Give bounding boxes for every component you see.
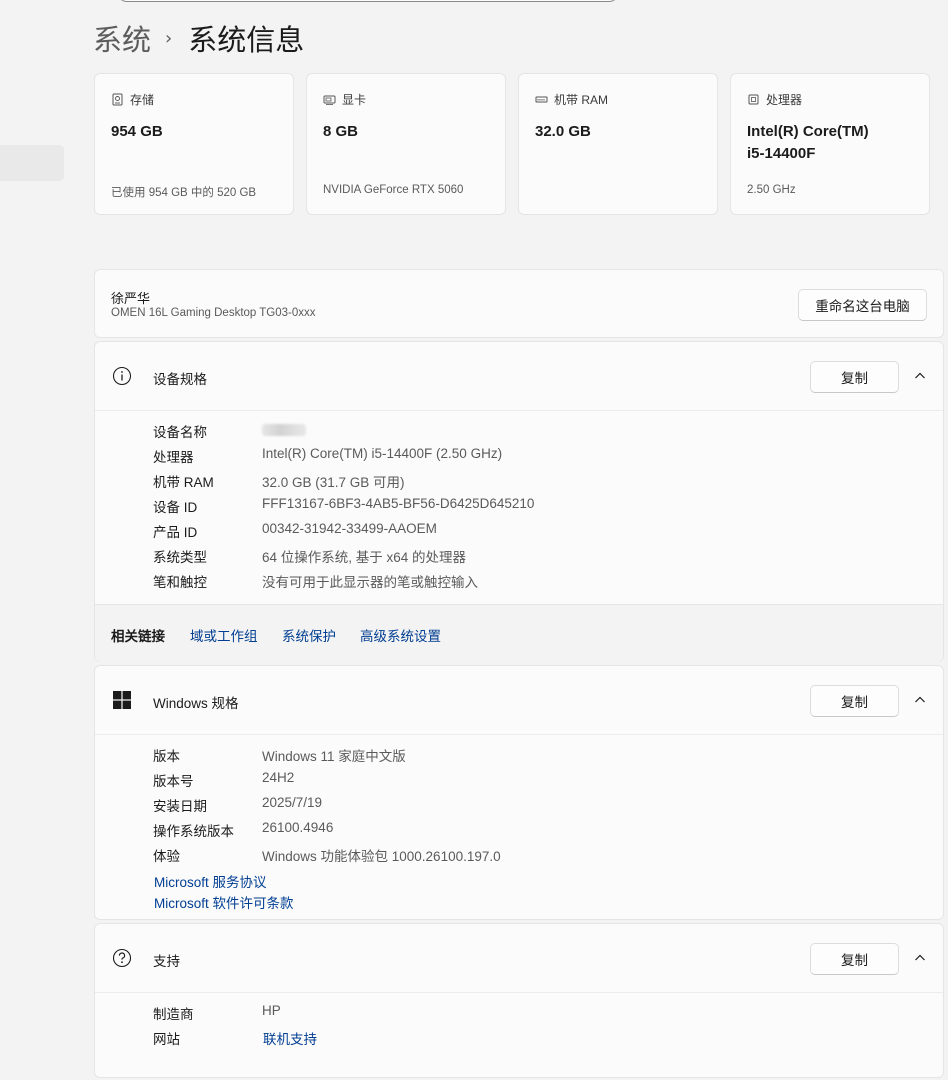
card-value: Intel(R) Core(TM) i5-14400F bbox=[747, 123, 869, 162]
breadcrumb-separator: › bbox=[165, 27, 173, 49]
spec-value: Windows 功能体验包 1000.26100.197.0 bbox=[262, 849, 501, 864]
section-title: 设备规格 bbox=[153, 372, 207, 387]
copy-windows-specs-button[interactable]: 复制 bbox=[810, 685, 899, 717]
spec-value: 没有可用于此显示器的笔或触控输入 bbox=[262, 575, 478, 590]
spec-label: 版本 bbox=[153, 749, 180, 764]
windows-specs-panel: Windows 规格 复制 版本 Windows 11 家庭中文版 版本号 24… bbox=[94, 665, 944, 920]
storage-icon bbox=[112, 93, 123, 105]
device-specs-panel: 设备规格 复制 设备名称 处理器 Intel(R) Core(TM) i5-14… bbox=[94, 341, 944, 662]
spec-label: 系统类型 bbox=[153, 550, 207, 565]
graphics-card-icon bbox=[323, 95, 336, 105]
chevron-up-icon[interactable] bbox=[913, 951, 927, 965]
windows-logo-icon bbox=[113, 691, 131, 709]
card-title: 显卡 bbox=[342, 92, 367, 107]
spec-value: FFF13167-6BF3-4AB5-BF56-D6425D645210 bbox=[262, 496, 535, 511]
spec-value: 24H2 bbox=[262, 770, 295, 785]
rename-pc-button[interactable]: 重命名这台电脑 bbox=[798, 289, 927, 321]
search-box-edge[interactable] bbox=[117, 0, 619, 2]
link-online-support[interactable]: 联机支持 bbox=[263, 1028, 317, 1048]
spec-label: 安装日期 bbox=[153, 799, 207, 814]
spec-value: 00342-31942-33499-AAOEM bbox=[262, 521, 437, 536]
ram-card[interactable]: 机带 RAM 32.0 GB bbox=[518, 73, 718, 215]
link-advanced-system-settings[interactable]: 高级系统设置 bbox=[360, 625, 441, 645]
pc-owner-name: 徐严华 bbox=[111, 291, 151, 306]
copy-support-button[interactable]: 复制 bbox=[810, 943, 899, 975]
link-domain-workgroup[interactable]: 域或工作组 bbox=[190, 625, 258, 645]
breadcrumb: 系统 › 系统信息 bbox=[93, 16, 304, 60]
chevron-up-icon[interactable] bbox=[913, 369, 927, 383]
pc-name-panel: 徐严华 OMEN 16L Gaming Desktop TG03-0xxx 重命… bbox=[94, 269, 944, 338]
link-system-protection[interactable]: 系统保护 bbox=[282, 625, 336, 645]
support-panel: 支持 复制 制造商 HP 网站 联机支持 bbox=[94, 923, 944, 1078]
processor-card[interactable]: 处理器 Intel(R) Core(TM) i5-14400F 2.50 GHz bbox=[730, 73, 930, 215]
link-microsoft-services-agreement[interactable]: Microsoft 服务协议 bbox=[154, 871, 267, 891]
spec-label: 版本号 bbox=[153, 774, 194, 789]
card-subtitle: 2.50 GHz bbox=[747, 184, 796, 196]
breadcrumb-parent[interactable]: 系统 bbox=[93, 17, 151, 59]
spec-label: 处理器 bbox=[153, 450, 194, 465]
card-value: 8 GB bbox=[323, 123, 359, 140]
section-title: 支持 bbox=[153, 954, 180, 969]
spec-label: 设备名称 bbox=[153, 425, 207, 440]
spec-label: 产品 ID bbox=[153, 525, 198, 540]
spec-label: 操作系统版本 bbox=[153, 824, 234, 839]
help-icon bbox=[112, 948, 132, 968]
copy-device-specs-button[interactable]: 复制 bbox=[810, 361, 899, 393]
page-title: 系统信息 bbox=[188, 23, 305, 57]
graphics-card[interactable]: 显卡 8 GB NVIDIA GeForce RTX 5060 bbox=[306, 73, 506, 215]
info-icon bbox=[112, 366, 132, 386]
card-title: 机带 RAM bbox=[554, 92, 609, 107]
spec-value: Intel(R) Core(TM) i5-14400F (2.50 GHz) bbox=[262, 446, 503, 461]
device-name-redacted bbox=[262, 424, 306, 436]
card-subtitle: NVIDIA GeForce RTX 5060 bbox=[323, 184, 464, 196]
spec-value: HP bbox=[262, 1003, 281, 1018]
spec-value: 26100.4946 bbox=[262, 820, 334, 835]
card-title: 处理器 bbox=[766, 92, 803, 107]
spec-value: Windows 11 家庭中文版 bbox=[262, 749, 406, 764]
spec-value: 2025/7/19 bbox=[262, 795, 323, 810]
ram-icon bbox=[535, 96, 548, 102]
spec-label: 设备 ID bbox=[153, 500, 198, 515]
spec-label: 网站 bbox=[153, 1032, 180, 1047]
spec-value: 64 位操作系统, 基于 x64 的处理器 bbox=[262, 550, 467, 565]
pc-model: OMEN 16L Gaming Desktop TG03-0xxx bbox=[111, 307, 316, 319]
spec-label: 机带 RAM bbox=[153, 475, 214, 490]
chevron-up-icon[interactable] bbox=[913, 693, 927, 707]
card-subtitle: 已使用 954 GB 中的 520 GB bbox=[111, 187, 257, 199]
card-value: 32.0 GB bbox=[535, 123, 591, 140]
card-title: 存储 bbox=[130, 92, 155, 107]
processor-icon bbox=[748, 94, 759, 104]
card-value: 954 GB bbox=[111, 123, 163, 140]
spec-label: 体验 bbox=[153, 849, 180, 864]
section-title: Windows 规格 bbox=[153, 696, 239, 711]
link-microsoft-license-terms[interactable]: Microsoft 软件许可条款 bbox=[154, 892, 294, 912]
related-links-title: 相关链接 bbox=[111, 629, 165, 644]
storage-card[interactable]: 存储 954 GB 已使用 954 GB 中的 520 GB bbox=[94, 73, 294, 215]
spec-value: 32.0 GB (31.7 GB 可用) bbox=[262, 475, 405, 490]
spec-label: 笔和触控 bbox=[153, 575, 207, 590]
related-links-bar: 相关链接 域或工作组 系统保护 高级系统设置 bbox=[95, 604, 943, 662]
spec-label: 制造商 bbox=[153, 1007, 194, 1022]
sidebar-selected-item[interactable] bbox=[0, 145, 64, 181]
